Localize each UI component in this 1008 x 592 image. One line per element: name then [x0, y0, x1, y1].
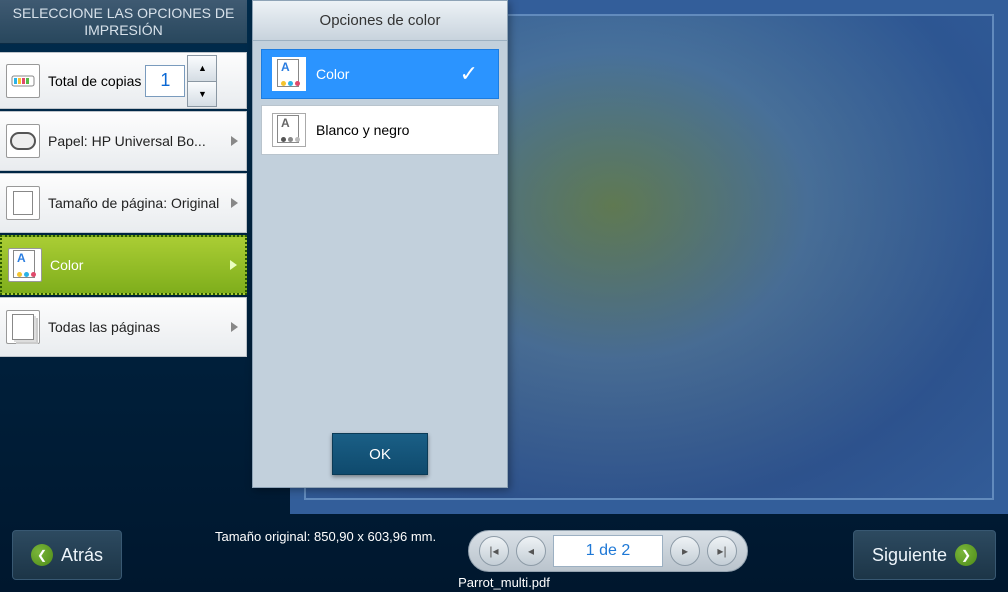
- sidebar-title: SELECCIONE LAS OPCIONES DE IMPRESIÓN: [0, 0, 247, 44]
- next-button[interactable]: Siguiente ❯: [853, 530, 996, 580]
- page-prev-button[interactable]: ◂: [516, 536, 546, 566]
- color-choice-bw-label: Blanco y negro: [316, 122, 409, 138]
- color-panel-title: Opciones de color: [253, 1, 507, 41]
- option-pages[interactable]: Todas las páginas: [0, 297, 247, 357]
- option-color-label: Color: [50, 257, 245, 274]
- back-button-label: Atrás: [61, 545, 103, 566]
- original-size-text: Tamaño original: 850,90 x 603,96 mm.: [215, 529, 436, 544]
- paper-roll-icon: [6, 124, 40, 158]
- color-choice-color[interactable]: A Color ✓: [261, 49, 499, 99]
- option-page-size[interactable]: Tamaño de página: Original: [0, 173, 247, 233]
- footer: ❮ Atrás Tamaño original: 850,90 x 603,96…: [0, 514, 1008, 592]
- chevron-right-icon: [231, 136, 238, 146]
- print-options-sidebar: SELECCIONE LAS OPCIONES DE IMPRESIÓN Tot…: [0, 0, 247, 592]
- option-color[interactable]: A Color: [0, 235, 247, 295]
- option-paper[interactable]: Papel: HP Universal Bo...: [0, 111, 247, 171]
- copies-row: Total de copias ▲ ▼: [0, 52, 247, 109]
- next-button-label: Siguiente: [872, 545, 947, 566]
- page-first-button[interactable]: |◂: [479, 536, 509, 566]
- page-last-button[interactable]: ▸|: [707, 536, 737, 566]
- copies-stepper: ▲ ▼: [187, 55, 217, 107]
- check-icon: ✓: [460, 61, 478, 87]
- filename-label: Parrot_multi.pdf: [458, 575, 550, 590]
- option-page-size-label: Tamaño de página: Original: [48, 195, 246, 212]
- page-indicator: 1 de 2: [553, 535, 663, 567]
- color-options-panel: Opciones de color A Color ✓ A Blanco y n…: [252, 0, 508, 488]
- option-paper-label: Papel: HP Universal Bo...: [48, 133, 246, 150]
- copies-icon: [6, 64, 40, 98]
- color-choice-color-label: Color: [316, 66, 349, 82]
- page-size-icon: [6, 186, 40, 220]
- page-next-button[interactable]: ▸: [670, 536, 700, 566]
- copies-step-down[interactable]: ▼: [187, 81, 217, 107]
- option-pages-label: Todas las páginas: [48, 319, 246, 336]
- copies-input[interactable]: [145, 65, 185, 97]
- color-doc-icon: A: [272, 57, 306, 91]
- arrow-left-icon: ❮: [31, 544, 53, 566]
- chevron-right-icon: [230, 260, 237, 270]
- copies-step-up[interactable]: ▲: [187, 55, 217, 81]
- pages-icon: [6, 310, 40, 344]
- color-panel-body: A Color ✓ A Blanco y negro: [253, 41, 507, 421]
- chevron-right-icon: [231, 198, 238, 208]
- page-navigator: |◂ ◂ 1 de 2 ▸ ▸|: [468, 530, 748, 572]
- back-button[interactable]: ❮ Atrás: [12, 530, 122, 580]
- bw-doc-icon: A: [272, 113, 306, 147]
- color-icon: A: [8, 248, 42, 282]
- arrow-right-icon: ❯: [955, 544, 977, 566]
- color-choice-bw[interactable]: A Blanco y negro: [261, 105, 499, 155]
- ok-button[interactable]: OK: [332, 433, 428, 475]
- copies-label: Total de copias: [48, 73, 141, 89]
- chevron-right-icon: [231, 322, 238, 332]
